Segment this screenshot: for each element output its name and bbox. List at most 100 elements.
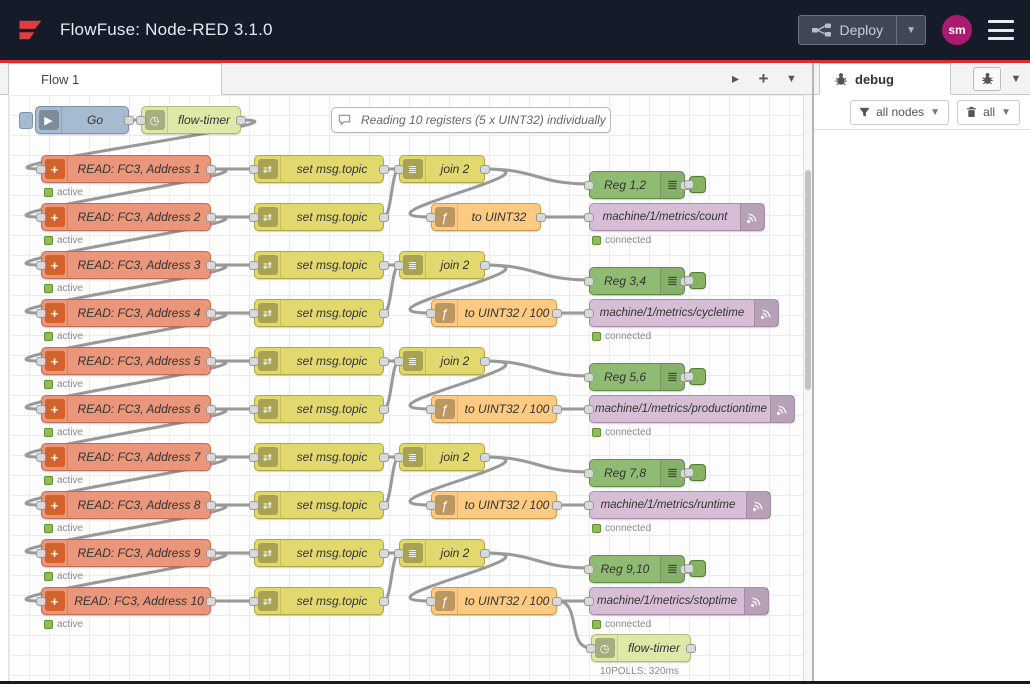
- node-join-2[interactable]: ≣join 2: [399, 251, 485, 279]
- tab-flow-1[interactable]: Flow 1: [8, 63, 222, 95]
- input-port[interactable]: [249, 357, 259, 366]
- output-port[interactable]: [206, 213, 216, 222]
- output-port[interactable]: [379, 405, 389, 414]
- input-port[interactable]: [394, 165, 404, 174]
- node-flow-timer-bottom[interactable]: ◷flow-timer10POLLS: 320ms: [591, 634, 691, 662]
- canvas-scrollbar[interactable]: [803, 95, 812, 684]
- node-mqtt-3[interactable]: machine/1/metrics/productiontimeconnecte…: [589, 395, 795, 423]
- input-port[interactable]: [394, 549, 404, 558]
- node-mqtt-2[interactable]: machine/1/metrics/cycletimeconnected: [589, 299, 779, 327]
- output-port[interactable]: [379, 261, 389, 270]
- output-port[interactable]: [206, 453, 216, 462]
- node-change-8[interactable]: ⇄set msg.topic: [254, 491, 384, 519]
- input-port[interactable]: [394, 261, 404, 270]
- node-change-7[interactable]: ⇄set msg.topic: [254, 443, 384, 471]
- output-port[interactable]: [379, 357, 389, 366]
- node-change-1[interactable]: ⇄set msg.topic: [254, 155, 384, 183]
- output-port[interactable]: [206, 261, 216, 270]
- node-reg-2[interactable]: Reg 3,4≣: [589, 267, 685, 295]
- input-port[interactable]: [426, 405, 436, 414]
- user-avatar[interactable]: sm: [942, 15, 972, 45]
- input-port[interactable]: [249, 309, 259, 318]
- input-port[interactable]: [36, 405, 46, 414]
- node-read-3[interactable]: +READ: FC3, Address 3active: [41, 251, 211, 279]
- flow-list-dropdown[interactable]: ▼: [779, 67, 804, 91]
- output-port[interactable]: [379, 309, 389, 318]
- inject-button[interactable]: [19, 112, 33, 129]
- input-port[interactable]: [36, 213, 46, 222]
- input-port[interactable]: [249, 165, 259, 174]
- node-func-5[interactable]: ƒto UINT32 / 100: [431, 587, 557, 615]
- input-port[interactable]: [394, 453, 404, 462]
- input-port[interactable]: [586, 644, 596, 653]
- input-port[interactable]: [426, 309, 436, 318]
- input-port[interactable]: [684, 180, 694, 189]
- input-port[interactable]: [684, 372, 694, 381]
- input-port[interactable]: [584, 309, 594, 318]
- input-port[interactable]: [249, 549, 259, 558]
- input-port[interactable]: [36, 165, 46, 174]
- output-port[interactable]: [206, 405, 216, 414]
- node-link-1[interactable]: [689, 176, 706, 193]
- debug-filter-button[interactable]: all nodes ▼: [850, 100, 949, 125]
- output-port[interactable]: [206, 309, 216, 318]
- node-link-2[interactable]: [689, 272, 706, 289]
- output-port[interactable]: [480, 357, 490, 366]
- input-port[interactable]: [684, 468, 694, 477]
- node-change-3[interactable]: ⇄set msg.topic: [254, 251, 384, 279]
- node-change-6[interactable]: ⇄set msg.topic: [254, 395, 384, 423]
- node-func-2[interactable]: ƒto UINT32 / 100: [431, 299, 557, 327]
- node-reg-5[interactable]: Reg 9,10≣: [589, 555, 685, 583]
- node-reg-1[interactable]: Reg 1,2≣: [589, 171, 685, 199]
- node-read-1[interactable]: +READ: FC3, Address 1active: [41, 155, 211, 183]
- output-port[interactable]: [206, 501, 216, 510]
- node-change-10[interactable]: ⇄set msg.topic: [254, 587, 384, 615]
- debug-sidebar-tab-icon-button[interactable]: [973, 67, 1001, 91]
- input-port[interactable]: [426, 213, 436, 222]
- node-inject-go[interactable]: ▶Go: [35, 106, 129, 134]
- input-port[interactable]: [36, 453, 46, 462]
- input-port[interactable]: [584, 501, 594, 510]
- node-read-10[interactable]: +READ: FC3, Address 10active: [41, 587, 211, 615]
- node-join-1[interactable]: ≣join 2: [399, 155, 485, 183]
- deploy-button[interactable]: Deploy: [799, 16, 897, 44]
- node-mqtt-4[interactable]: machine/1/metrics/runtimeconnected: [589, 491, 771, 519]
- input-port[interactable]: [684, 276, 694, 285]
- input-port[interactable]: [584, 405, 594, 414]
- tab-scroll-right-button[interactable]: ▸: [723, 67, 748, 91]
- output-port[interactable]: [379, 165, 389, 174]
- output-port[interactable]: [124, 116, 134, 125]
- output-port[interactable]: [686, 644, 696, 653]
- output-port[interactable]: [536, 213, 546, 222]
- output-port[interactable]: [206, 165, 216, 174]
- input-port[interactable]: [394, 357, 404, 366]
- node-link-5[interactable]: [689, 560, 706, 577]
- input-port[interactable]: [36, 357, 46, 366]
- input-port[interactable]: [249, 453, 259, 462]
- output-port[interactable]: [552, 309, 562, 318]
- output-port[interactable]: [379, 549, 389, 558]
- flow-canvas[interactable]: ▶Go ◷flow-timer Reading 10 registers (5 x …: [8, 95, 812, 684]
- node-comment-1[interactable]: Reading 10 registers (5 x UINT32) indivi…: [331, 107, 611, 133]
- node-read-6[interactable]: +READ: FC3, Address 6active: [41, 395, 211, 423]
- main-menu-button[interactable]: [988, 20, 1014, 40]
- output-port[interactable]: [379, 501, 389, 510]
- node-read-8[interactable]: +READ: FC3, Address 8active: [41, 491, 211, 519]
- node-reg-3[interactable]: Reg 5,6≣: [589, 363, 685, 391]
- node-join-5[interactable]: ≣join 2: [399, 539, 485, 567]
- input-port[interactable]: [426, 501, 436, 510]
- node-func-1[interactable]: ƒto UINT32: [431, 203, 541, 231]
- node-read-7[interactable]: +READ: FC3, Address 7active: [41, 443, 211, 471]
- node-join-4[interactable]: ≣join 2: [399, 443, 485, 471]
- input-port[interactable]: [36, 309, 46, 318]
- output-port[interactable]: [480, 165, 490, 174]
- debug-clear-button[interactable]: all ▼: [957, 100, 1020, 125]
- output-port[interactable]: [206, 597, 216, 606]
- input-port[interactable]: [36, 501, 46, 510]
- node-flow-timer-top[interactable]: ◷flow-timer: [141, 106, 241, 134]
- output-port[interactable]: [480, 549, 490, 558]
- output-port[interactable]: [379, 597, 389, 606]
- deploy-options-button[interactable]: ▼: [896, 16, 925, 44]
- output-port[interactable]: [480, 261, 490, 270]
- input-port[interactable]: [584, 565, 594, 574]
